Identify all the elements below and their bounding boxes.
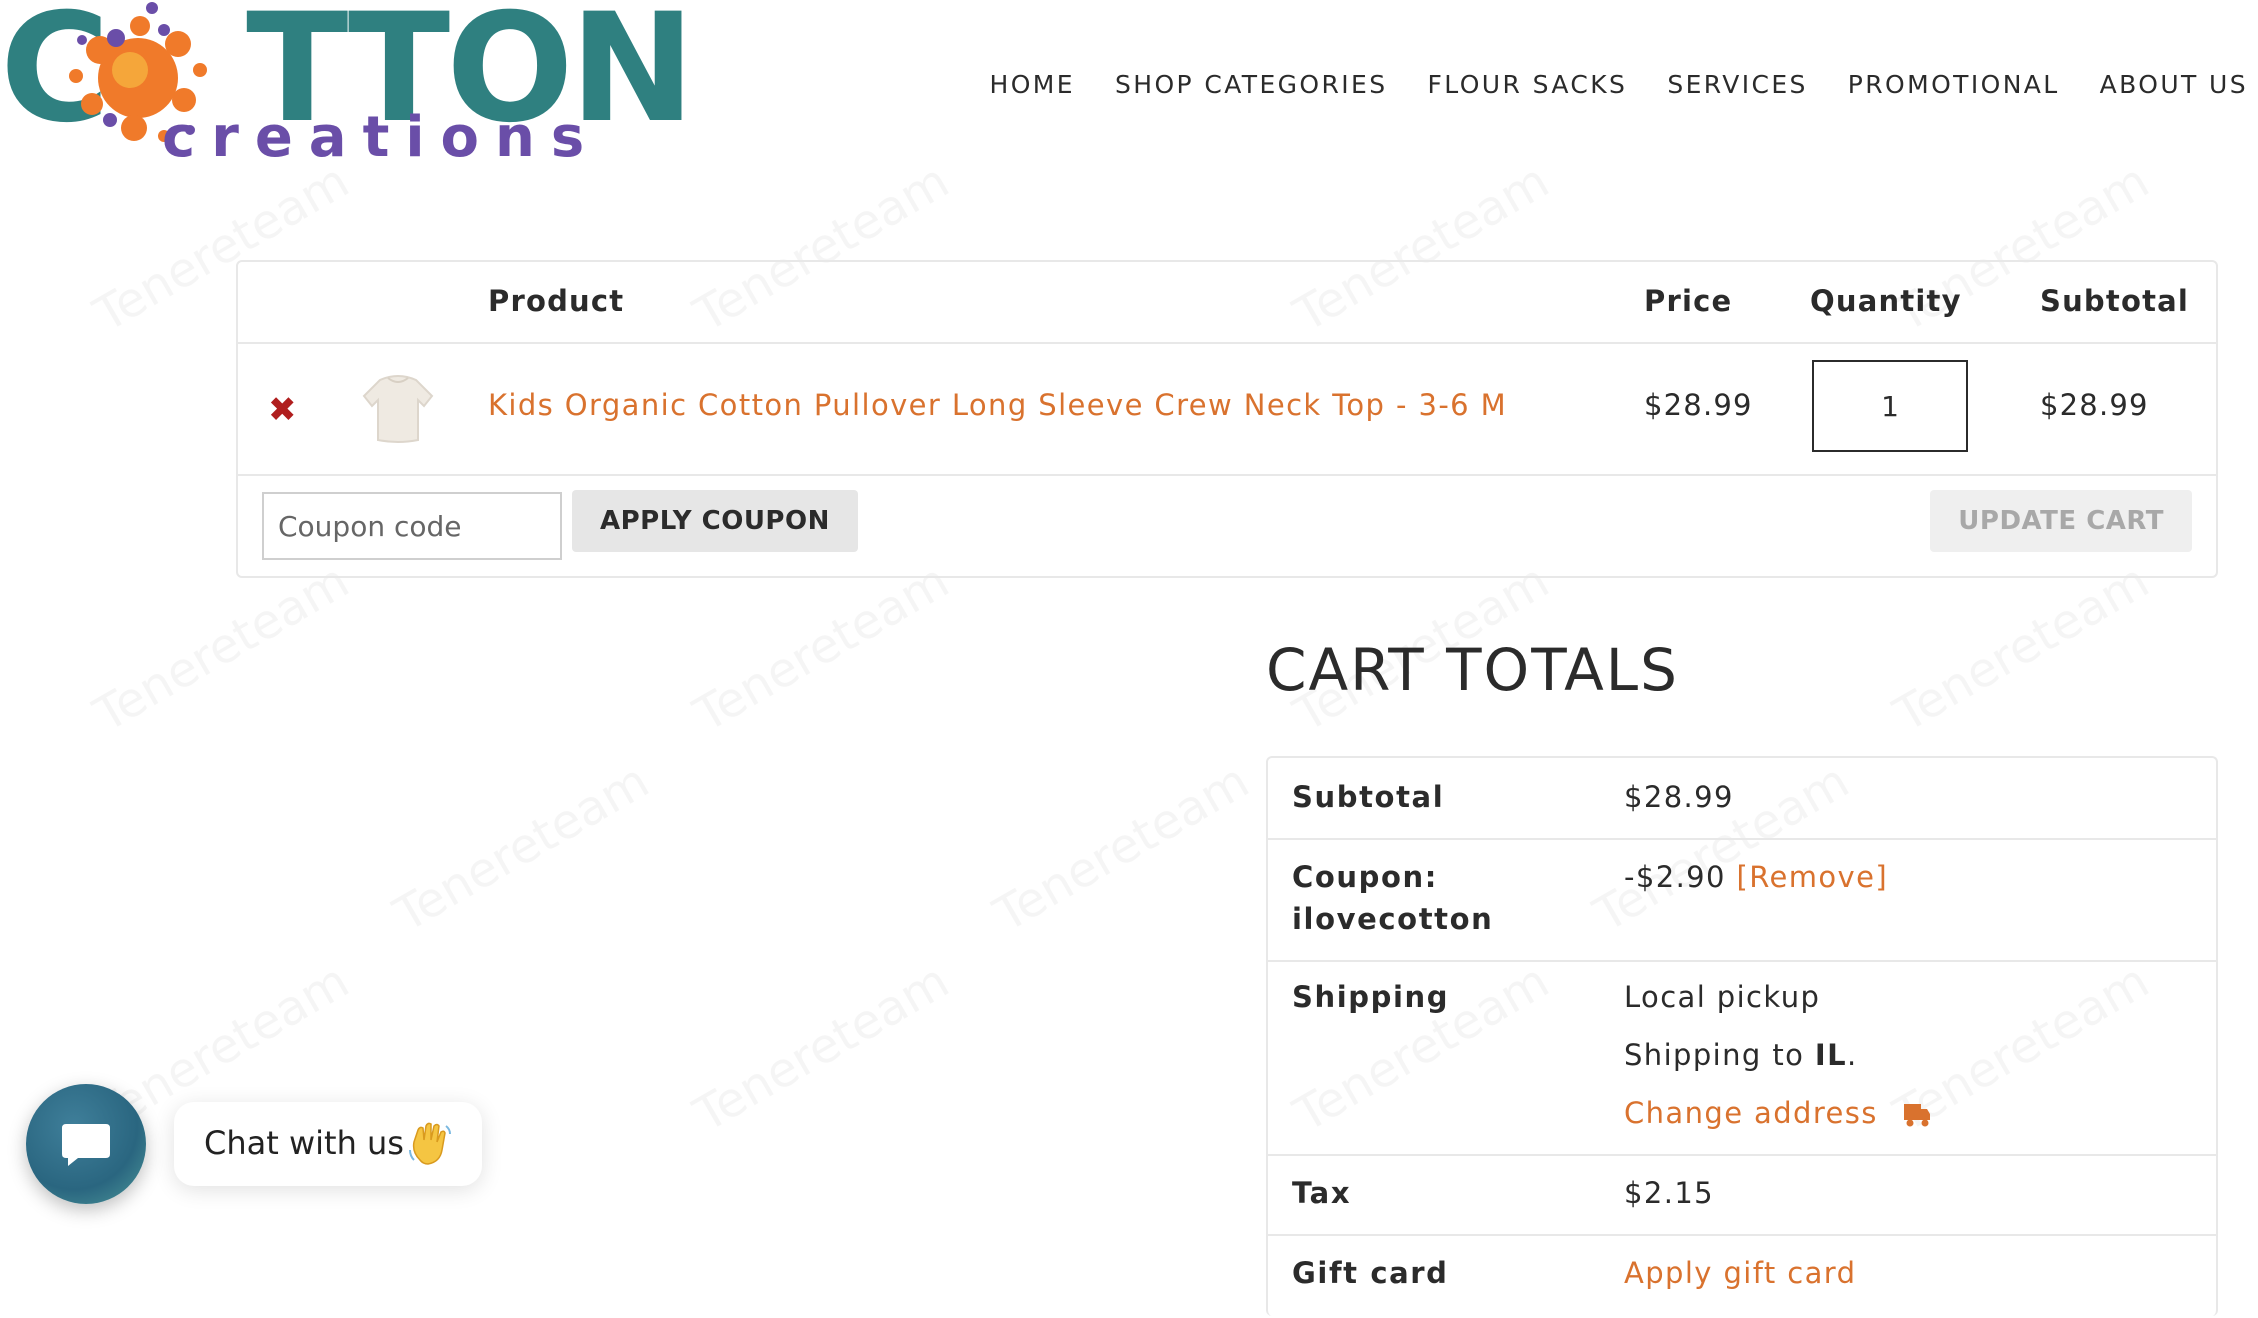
coupon-value: -$2.90 [Remove]	[1624, 856, 1888, 898]
cart-table-header: Product Price Quantity Subtotal	[238, 262, 2216, 344]
nav-promotional[interactable]: PROMOTIONAL	[1848, 70, 2060, 99]
logo-subtitle: creations	[162, 105, 601, 170]
shipping-to-period: .	[1846, 1038, 1858, 1072]
site-logo[interactable]: C TTON creations	[0, 0, 695, 170]
coupon-label: Coupon:	[1292, 860, 1438, 894]
coupon-discount: -$2.90	[1624, 860, 1726, 894]
watermark: Tenereteam	[1885, 553, 2158, 743]
totals-row-gift-card: Gift card Apply gift card	[1268, 1234, 2216, 1318]
cart-totals-table: Subtotal $28.99 Coupon: ilovecotton -$2.…	[1266, 756, 2218, 1316]
header-subtotal: Subtotal	[2040, 284, 2190, 318]
totals-row-tax: Tax $2.15	[1268, 1154, 2216, 1236]
tax-label: Tax	[1292, 1176, 1352, 1210]
remove-coupon-link[interactable]: [Remove]	[1737, 860, 1889, 894]
totals-row-coupon: Coupon: ilovecotton -$2.90 [Remove]	[1268, 838, 2216, 962]
coupon-code-label: ilovecotton	[1292, 902, 1494, 936]
change-address-wrap: Change address	[1624, 1092, 1932, 1134]
shipping-destination: Shipping to IL.	[1624, 1034, 1858, 1076]
nav-services[interactable]: SERVICES	[1667, 70, 1807, 99]
watermark: Tenereteam	[385, 753, 658, 943]
watermark: Tenereteam	[85, 553, 358, 743]
waving-hand-icon	[409, 1122, 451, 1165]
cart-table: Product Price Quantity Subtotal ✖ Kids O…	[236, 260, 2218, 578]
chat-label: Chat with us	[204, 1124, 404, 1162]
truck-icon[interactable]	[1902, 1102, 1932, 1128]
header-price: Price	[1644, 284, 1733, 318]
nav-shop-categories[interactable]: SHOP CATEGORIES	[1115, 70, 1388, 99]
nav-home[interactable]: HOME	[990, 70, 1075, 99]
watermark: Tenereteam	[985, 753, 1258, 943]
shirt-thumbnail[interactable]	[358, 366, 438, 448]
tax-value: $2.15	[1624, 1176, 1715, 1210]
watermark: Tenereteam	[685, 953, 958, 1143]
apply-gift-card-link[interactable]: Apply gift card	[1624, 1252, 1856, 1294]
coupon-code-input[interactable]	[262, 492, 562, 560]
shipping-to-text: Shipping to	[1624, 1038, 1805, 1072]
item-subtotal: $28.99	[2040, 388, 2149, 422]
chat-prompt-bubble[interactable]: Chat with us	[174, 1102, 482, 1186]
apply-coupon-button[interactable]: APPLY COUPON	[572, 490, 858, 552]
cart-totals-title: CART TOTALS	[1266, 636, 1679, 704]
nav-flour-sacks[interactable]: FLOUR SACKS	[1428, 70, 1628, 99]
totals-row-subtotal: Subtotal $28.99	[1268, 758, 2216, 840]
cart-actions: APPLY COUPON UPDATE CART	[238, 474, 2216, 578]
header-product: Product	[488, 284, 625, 318]
update-cart-button[interactable]: UPDATE CART	[1930, 490, 2192, 552]
item-price: $28.99	[1644, 388, 1753, 422]
chat-icon	[62, 1124, 110, 1166]
shipping-label: Shipping	[1292, 980, 1450, 1014]
gift-card-label: Gift card	[1292, 1256, 1449, 1290]
quantity-input[interactable]	[1812, 360, 1968, 452]
watermark: Tenereteam	[685, 553, 958, 743]
chat-launcher-button[interactable]	[26, 1084, 146, 1204]
change-address-link[interactable]: Change address	[1624, 1096, 1878, 1130]
subtotal-label: Subtotal	[1292, 780, 1445, 814]
remove-icon[interactable]: ✖	[268, 390, 297, 430]
totals-row-shipping: Shipping Local pickup Shipping to IL. Ch…	[1268, 960, 2216, 1156]
main-nav: HOME SHOP CATEGORIES FLOUR SACKS SERVICE…	[990, 70, 2248, 99]
shipping-method: Local pickup	[1624, 980, 1821, 1014]
product-name-link[interactable]: Kids Organic Cotton Pullover Long Sleeve…	[488, 388, 1507, 422]
header-quantity: Quantity	[1810, 284, 1962, 318]
shipping-state: IL	[1814, 1038, 1847, 1072]
cart-item-row: ✖ Kids Organic Cotton Pullover Long Slee…	[238, 342, 2216, 476]
subtotal-value: $28.99	[1624, 780, 1734, 814]
nav-about-us[interactable]: ABOUT US	[2100, 70, 2248, 99]
